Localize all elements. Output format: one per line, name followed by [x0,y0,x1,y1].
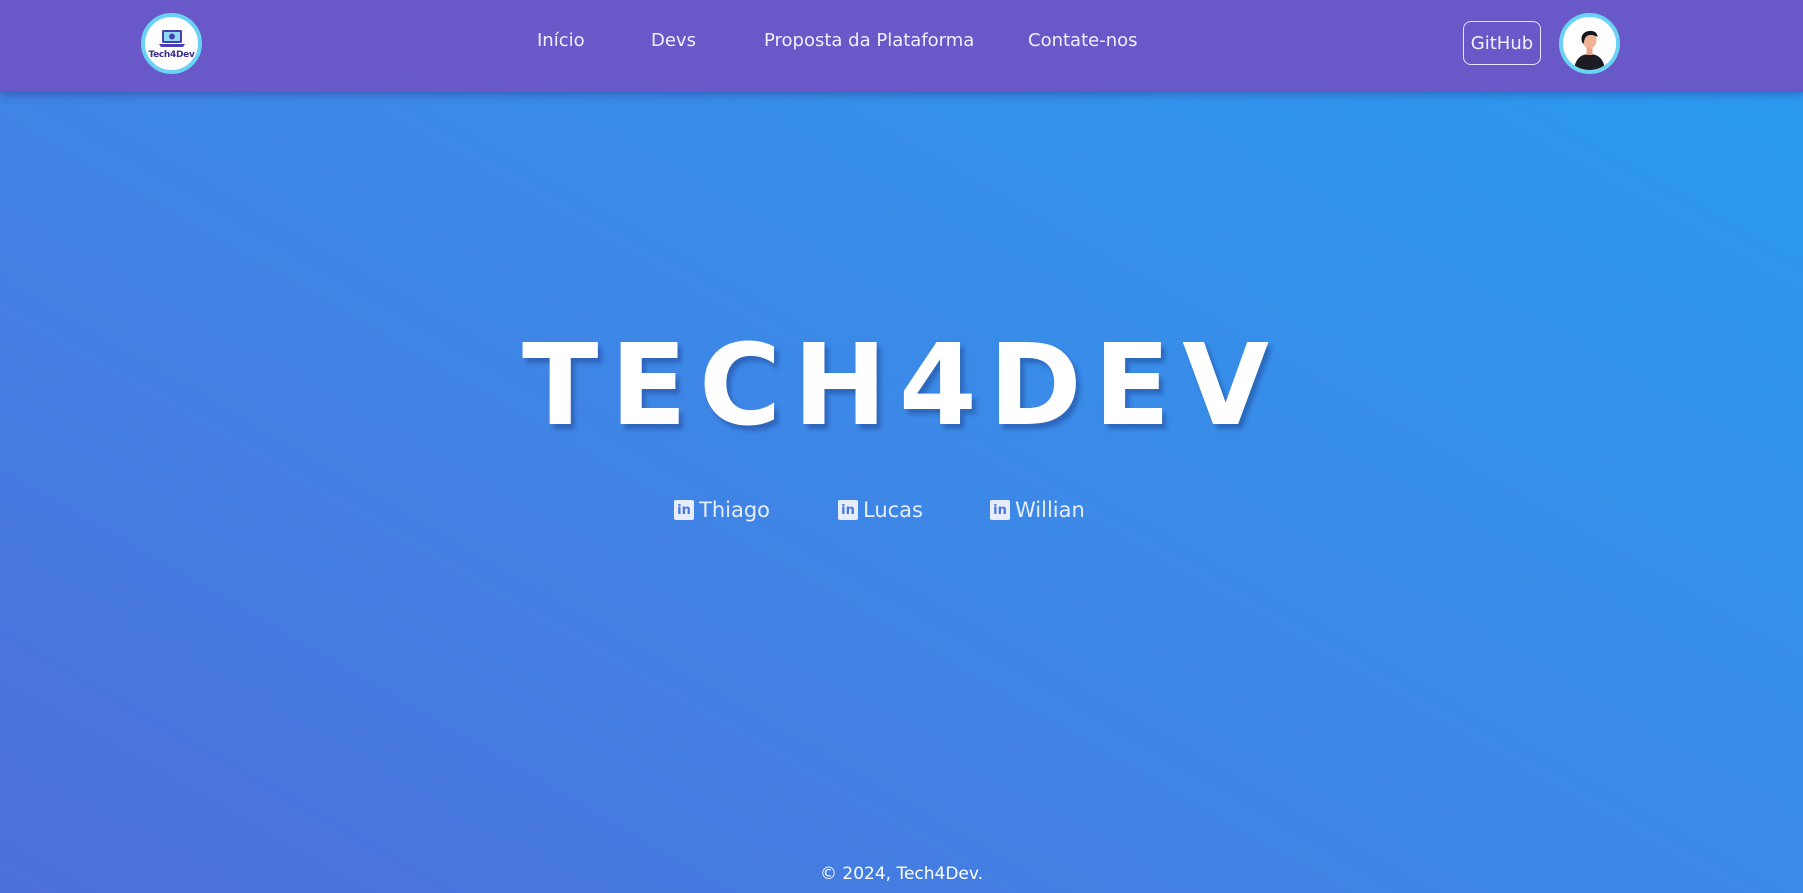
logo[interactable]: Tech4Dev [141,13,202,74]
linkedin-icon: in [674,500,694,520]
navbar: Tech4Dev Início Devs Proposta da Platafo… [0,0,1803,92]
github-button[interactable]: GitHub [1463,21,1541,65]
nav-link-proposta[interactable]: Proposta da Plataforma [764,30,974,51]
user-avatar-icon [1563,17,1616,70]
nav-link-contate[interactable]: Contate-nos [1028,30,1138,51]
laptop-logo-icon [158,30,185,47]
profile-link-lucas[interactable]: in Lucas [838,498,923,522]
nav-link-inicio[interactable]: Início [537,30,585,51]
nav-link-devs[interactable]: Devs [651,30,696,51]
user-avatar[interactable] [1559,13,1620,74]
profile-name: Willian [1015,498,1085,522]
profile-name: Lucas [863,498,923,522]
profile-name: Thiago [699,498,771,522]
hero-title: TECH4DEV [522,321,1281,451]
profile-link-thiago[interactable]: in Thiago [674,498,770,522]
linkedin-icon: in [990,500,1010,520]
hero-section: TECH4DEV in Thiago in Lucas in Willian ©… [0,92,1803,893]
footer-copyright: © 2024, Tech4Dev. [819,864,984,884]
linkedin-icon: in [838,500,858,520]
logo-text: Tech4Dev [148,50,195,60]
profile-link-willian[interactable]: in Willian [990,498,1085,522]
